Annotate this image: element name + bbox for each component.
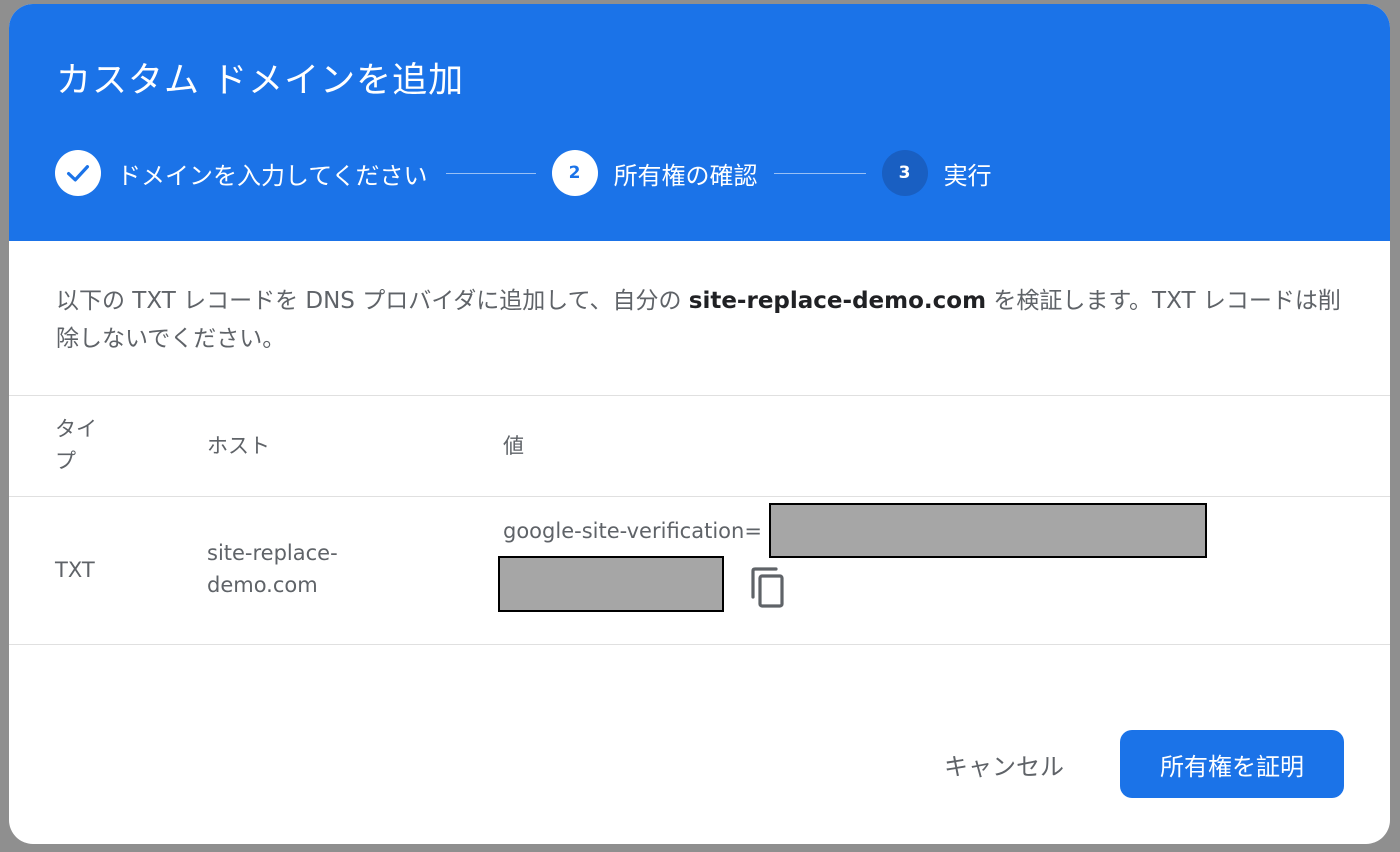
column-header-value: 値 [503,434,524,458]
step-1-check-icon [55,150,101,196]
copy-icon [751,567,784,608]
redacted-value-part-2 [498,556,724,612]
table-header-divider [9,496,1390,497]
column-header-host: ホスト [207,434,270,458]
table-bottom-divider [9,644,1390,645]
dialog-header: カスタム ドメインを追加 ドメインを入力してください 2 所有権の確認 3 実行 [9,4,1390,241]
step-3-label: 実行 [943,161,992,190]
dialog-title: カスタム ドメインを追加 [56,61,465,101]
step-2-label: 所有権の確認 [613,161,758,190]
cancel-button[interactable]: キャンセル [924,732,1084,796]
add-custom-domain-dialog: カスタム ドメインを追加 ドメインを入力してください 2 所有権の確認 3 実行… [9,4,1390,844]
table-top-divider [9,395,1390,396]
step-2-number: 2 [551,150,598,196]
step-1-label: ドメインを入力してください [117,161,428,190]
check-icon [67,165,89,182]
record-value-prefix: google-site-verification= [503,519,762,543]
step-3-number: 3 [881,150,928,196]
copy-value-button[interactable] [744,564,792,612]
step-connector [773,172,866,174]
instructions-before: 以下の TXT レコードを DNS プロバイダに追加して、自分の [56,288,689,314]
verify-ownership-button[interactable]: 所有権を証明 [1120,730,1344,798]
redacted-value-part-1 [769,503,1207,558]
domain-name: site-replace-demo.com [688,288,987,314]
record-host-cell: site-replace-demo.com [207,541,338,597]
instructions-text: 以下の TXT レコードを DNS プロバイダに追加して、自分の site-re… [56,282,1346,358]
step-connector [445,172,536,174]
column-header-type: タイプ [55,417,97,473]
stepper: ドメインを入力してください 2 所有権の確認 3 実行 [55,150,992,196]
record-type-cell: TXT [55,558,95,582]
